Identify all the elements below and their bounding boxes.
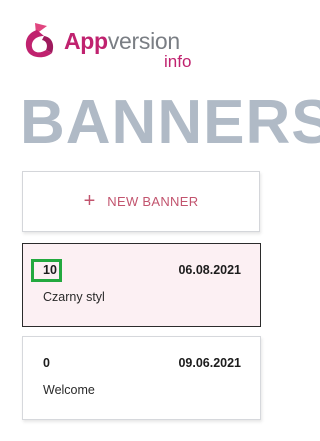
- new-banner-label: NEW BANNER: [107, 194, 199, 209]
- plus-icon: +: [83, 189, 96, 212]
- banner-date: 09.06.2021: [178, 356, 241, 370]
- logo-wordmark: Appversion: [64, 28, 180, 54]
- appversion-logo-icon: [25, 23, 54, 58]
- banner-name: Czarny styl: [43, 290, 105, 304]
- logo-version-text: version: [107, 28, 180, 54]
- logo-info-text: info: [164, 52, 192, 71]
- page-title: BANNERS: [20, 88, 320, 157]
- banner-date: 06.08.2021: [178, 263, 241, 277]
- logo-app-text: App: [64, 28, 108, 54]
- new-banner-button[interactable]: + NEW BANNER: [22, 171, 260, 232]
- banner-name: Welcome: [43, 383, 95, 397]
- banner-count: 0: [43, 356, 50, 370]
- appversion-logo[interactable]: Appversion info: [22, 18, 212, 74]
- banner-card-welcome[interactable]: 0 09.06.2021 Welcome: [22, 336, 261, 420]
- banner-count: 10: [43, 263, 57, 277]
- banner-card-czarny-styl[interactable]: 10 06.08.2021 Czarny styl: [22, 243, 261, 327]
